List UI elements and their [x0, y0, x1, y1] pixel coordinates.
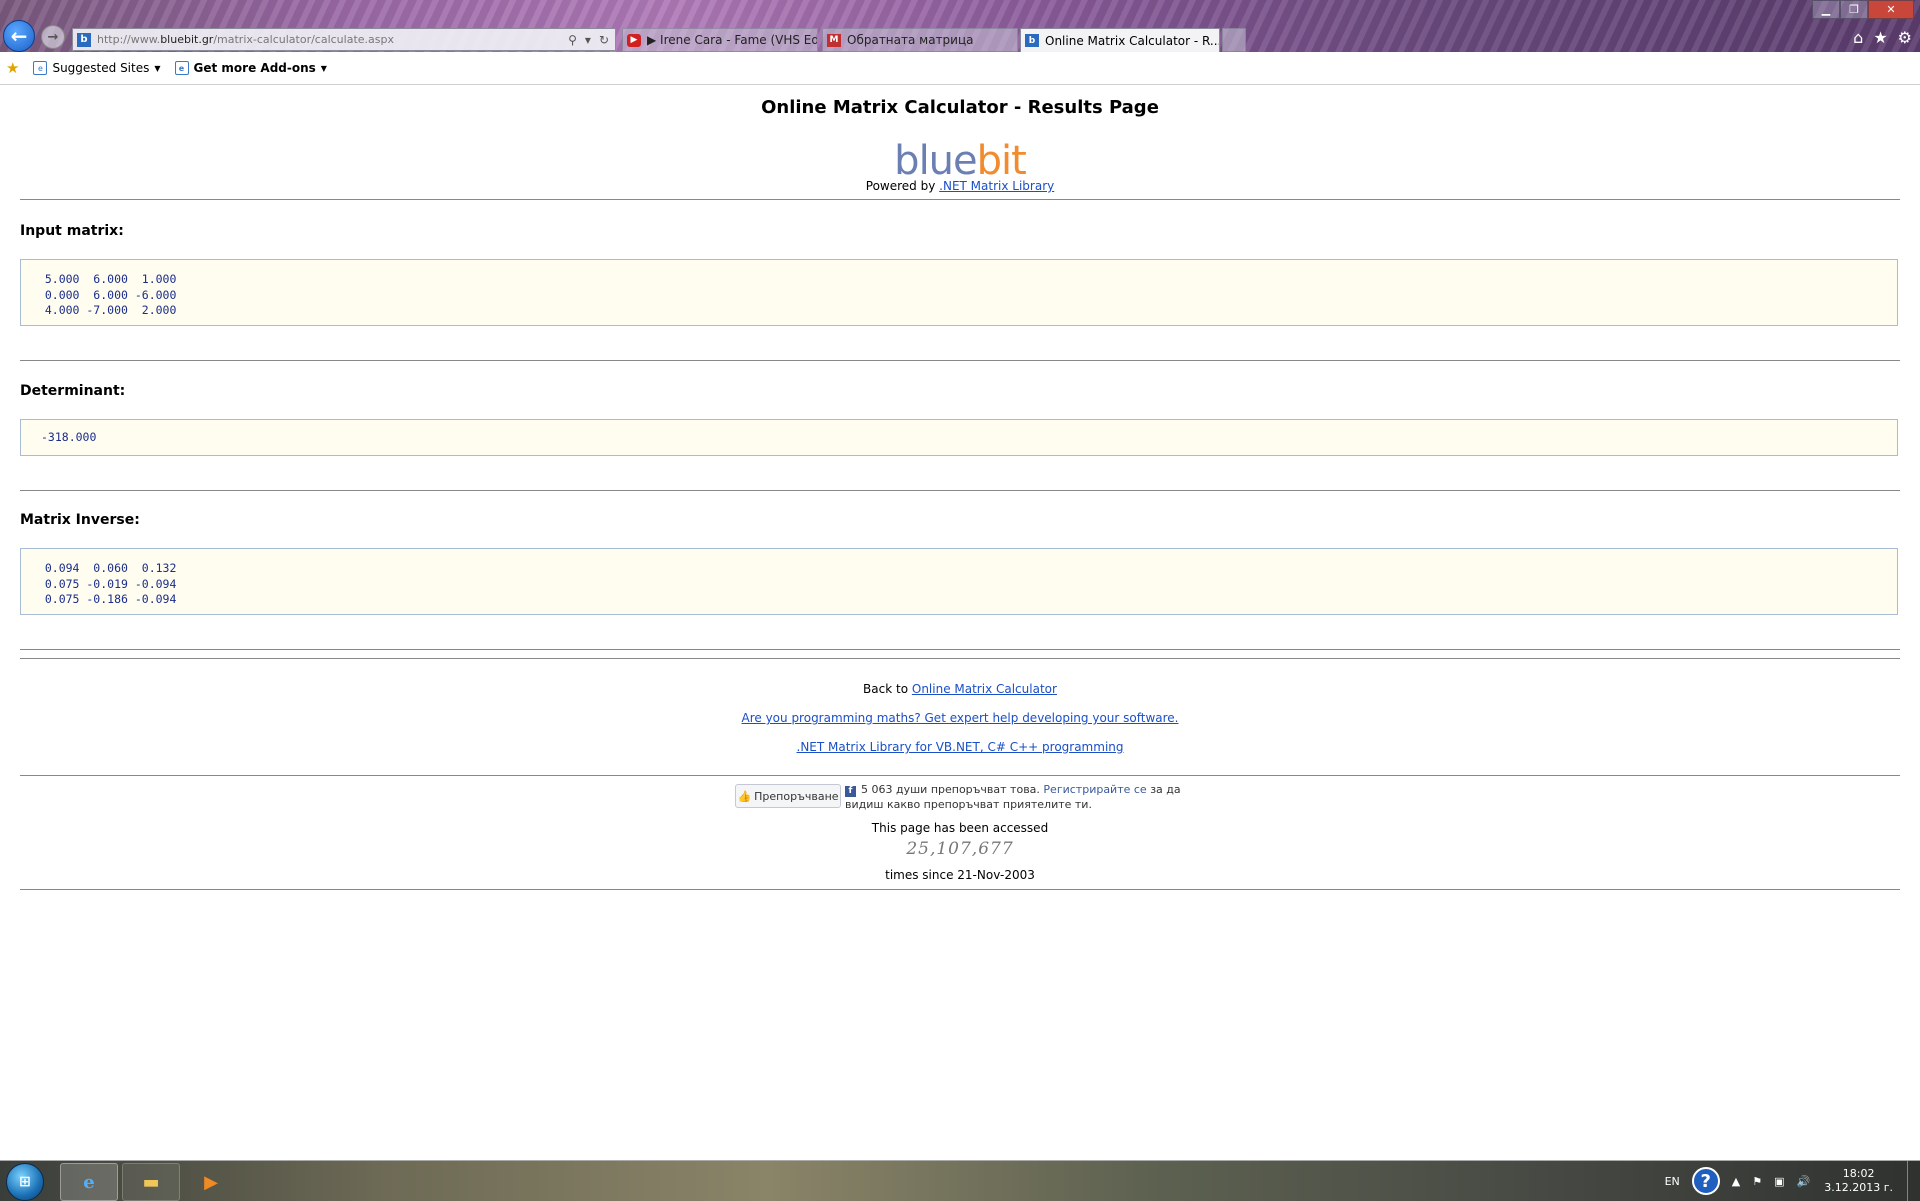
facebook-like-text: f5 063 души препоръчват това. Регистрира…: [845, 783, 1181, 811]
accessed-text: This page has been accessed: [871, 821, 1049, 835]
determinant-value: -318.000: [41, 430, 97, 444]
clock[interactable]: 18:02 3.12.2013 г.: [1824, 1167, 1893, 1195]
library-line: .NET Matrix Library for VB.NET, C# C++ p…: [0, 740, 1920, 754]
expert-help-link[interactable]: Are you programming maths? Get expert he…: [742, 711, 1179, 725]
facebook-like-button[interactable]: 👍 Препоръчване: [735, 784, 841, 808]
youtube-icon: ▶: [627, 33, 641, 47]
matrix-row: 0.075 -0.186 -0.094: [31, 592, 177, 606]
favorites-bar: ★ e Suggested Sites ▼ e Get more Add-ons…: [0, 52, 1920, 85]
clock-time: 18:02: [1842, 1167, 1875, 1180]
site-favicon-icon: b: [1025, 34, 1039, 47]
tab-label: ▶ Irene Cara - Fame (VHS Edit...: [647, 33, 817, 47]
taskbar-media-player[interactable]: ▶: [182, 1163, 240, 1201]
show-hidden-icons-icon[interactable]: ▲: [1732, 1175, 1740, 1188]
suggested-sites-button[interactable]: e Suggested Sites ▼: [33, 61, 161, 75]
arrow-left-icon: ←: [10, 24, 28, 48]
system-tray: EN ? ▲ ⚑ ▣ 🔊 18:02 3.12.2013 г.: [1653, 1161, 1920, 1201]
divider: [20, 889, 1900, 890]
input-matrix-box: 5.000 6.000 1.000 0.000 6.000 -6.000 4.0…: [20, 259, 1898, 326]
network-icon[interactable]: ▣: [1774, 1175, 1784, 1188]
page-icon: e: [33, 61, 48, 75]
refresh-icon[interactable]: ↻: [599, 33, 609, 47]
media-player-icon: ▶: [204, 1171, 218, 1193]
get-addons-button[interactable]: e Get more Add-ons ▼: [174, 61, 327, 75]
net-matrix-library-link[interactable]: .NET Matrix Library: [939, 179, 1054, 193]
since-text: times since 21-Nov-2003: [885, 868, 1035, 882]
tab-youtube[interactable]: ▶ ▶ Irene Cara - Fame (VHS Edit...: [622, 28, 818, 52]
matrix-row: 0.000 6.000 -6.000: [31, 287, 177, 302]
bluebit-logo: bluebit: [894, 138, 1027, 184]
gear-icon[interactable]: ⚙: [1898, 28, 1912, 47]
expert-help-line: Are you programming maths? Get expert he…: [0, 711, 1920, 725]
matrix-row: 4.000 -7.000 2.000: [31, 303, 177, 317]
taskbar: ⊞ e ▬ ▶ EN ? ▲ ⚑ ▣ 🔊 18:02 3.12.2013 г.: [0, 1160, 1920, 1201]
page-content: Online Matrix Calculator - Results Page …: [0, 85, 1920, 1160]
address-bar[interactable]: b http://www.bluebit.gr/matrix-calculato…: [72, 28, 616, 51]
page-icon: e: [174, 61, 189, 75]
tab-label: Обратната матрица: [847, 33, 974, 47]
tab-inverse-matrix[interactable]: M Обратната матрица: [822, 28, 1018, 52]
divider: [20, 490, 1900, 491]
site-favicon-icon: M: [827, 33, 841, 47]
favorites-star-icon[interactable]: ★: [1873, 28, 1887, 47]
clock-date: 3.12.2013 г.: [1824, 1181, 1893, 1194]
taskbar-internet-explorer[interactable]: e: [60, 1163, 118, 1201]
forward-button[interactable]: →: [41, 25, 65, 49]
folder-icon: ▬: [142, 1171, 160, 1193]
divider: [20, 775, 1900, 776]
thumbs-up-icon: 👍: [737, 789, 752, 803]
dropdown-arrow-icon[interactable]: ▾: [585, 33, 591, 47]
windows-logo-icon: ⊞: [19, 1174, 31, 1190]
determinant-box: -318.000: [20, 419, 1898, 456]
tab-label: Online Matrix Calculator - R...: [1045, 33, 1220, 48]
divider: [20, 649, 1900, 650]
tab-matrix-calculator[interactable]: b Online Matrix Calculator - R... ✕: [1020, 28, 1220, 52]
new-tab-button[interactable]: [1222, 28, 1246, 52]
url-text[interactable]: http://www.bluebit.gr/matrix-calculator/…: [97, 33, 568, 46]
facebook-icon: f: [845, 786, 856, 797]
minimize-button[interactable]: ▁: [1812, 0, 1840, 19]
back-to-line: Back to Online Matrix Calculator: [863, 682, 1057, 696]
taskbar-explorer[interactable]: ▬: [122, 1163, 180, 1201]
help-icon[interactable]: ?: [1691, 1167, 1720, 1195]
site-favicon-icon: b: [77, 32, 91, 47]
input-matrix-label: Input matrix:: [20, 223, 124, 239]
start-button[interactable]: ⊞: [6, 1163, 44, 1201]
action-center-flag-icon[interactable]: ⚑: [1752, 1175, 1762, 1188]
back-to-calculator-link[interactable]: Online Matrix Calculator: [912, 682, 1057, 696]
library-link[interactable]: .NET Matrix Library for VB.NET, C# C++ p…: [797, 740, 1124, 754]
hit-counter: 25,107,677: [906, 839, 1014, 859]
internet-explorer-icon: e: [83, 1171, 95, 1193]
matrix-row: 0.094 0.060 0.132: [31, 561, 177, 575]
matrix-row: 0.075 -0.019 -0.094: [31, 576, 177, 591]
search-icon[interactable]: ⚲: [568, 33, 577, 47]
volume-icon[interactable]: 🔊: [1797, 1175, 1811, 1188]
show-desktop-button[interactable]: [1907, 1161, 1920, 1201]
facebook-register-link[interactable]: Регистрирайте се: [1043, 783, 1146, 796]
maximize-button[interactable]: ❐: [1840, 0, 1868, 19]
page-title: Online Matrix Calculator - Results Page: [761, 97, 1159, 118]
back-button[interactable]: ←: [3, 20, 35, 52]
browser-chrome: ← → b http://www.bluebit.gr/matrix-calcu…: [0, 0, 1920, 52]
window-controls: ▁ ❐ ✕: [1812, 0, 1914, 19]
inverse-matrix-label: Matrix Inverse:: [20, 512, 140, 528]
matrix-row: 5.000 6.000 1.000: [31, 272, 177, 286]
language-indicator[interactable]: EN: [1665, 1175, 1680, 1188]
chevron-down-icon: ▼: [154, 63, 161, 73]
divider: [20, 360, 1900, 361]
arrow-right-icon: →: [47, 29, 59, 45]
chevron-down-icon: ▼: [320, 63, 327, 73]
divider: [20, 199, 1900, 200]
close-window-button[interactable]: ✕: [1868, 0, 1914, 19]
divider: [20, 658, 1900, 659]
home-icon[interactable]: ⌂: [1853, 28, 1863, 47]
inverse-matrix-box: 0.094 0.060 0.132 0.075 -0.019 -0.094 0.…: [20, 548, 1898, 615]
determinant-label: Determinant:: [20, 383, 126, 399]
powered-by: Powered by .NET Matrix Library: [865, 179, 1055, 193]
favorites-add-icon[interactable]: ★: [6, 59, 19, 77]
